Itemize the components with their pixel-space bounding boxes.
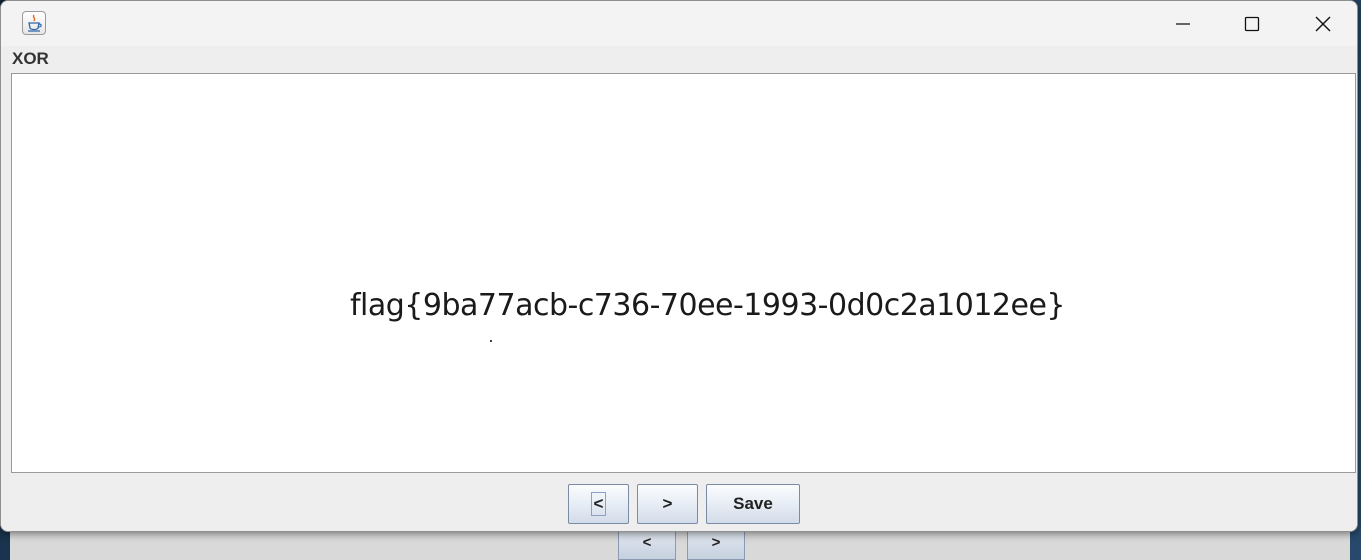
text-caret	[490, 340, 492, 342]
flag-text: flag{9ba77acb-c736-70ee-1993-0d0c2a1012e…	[349, 288, 1066, 323]
next-button[interactable]: >	[637, 484, 698, 524]
close-button[interactable]	[1288, 1, 1357, 46]
minimize-icon	[1176, 22, 1190, 25]
app-window: XOR flag{9ba77acb-c736-70ee-1993-0d0c2a1…	[0, 0, 1358, 532]
maximize-button[interactable]	[1217, 1, 1287, 46]
minimize-button[interactable]	[1148, 1, 1218, 46]
java-cup-icon[interactable]	[22, 11, 46, 35]
content-panel: flag{9ba77acb-c736-70ee-1993-0d0c2a1012e…	[11, 73, 1356, 473]
panel-title: XOR	[12, 49, 49, 68]
prev-button-label: <	[590, 492, 607, 516]
save-button[interactable]: Save	[706, 484, 800, 524]
prev-button[interactable]: <	[568, 484, 629, 524]
background-prev-button[interactable]: <	[618, 528, 676, 560]
next-button-label: >	[662, 494, 673, 513]
maximize-icon	[1244, 16, 1260, 31]
background-next-button[interactable]: >	[687, 528, 745, 560]
title-bar[interactable]	[1, 1, 1357, 46]
close-icon	[1315, 16, 1331, 31]
save-button-label: Save	[733, 494, 773, 513]
